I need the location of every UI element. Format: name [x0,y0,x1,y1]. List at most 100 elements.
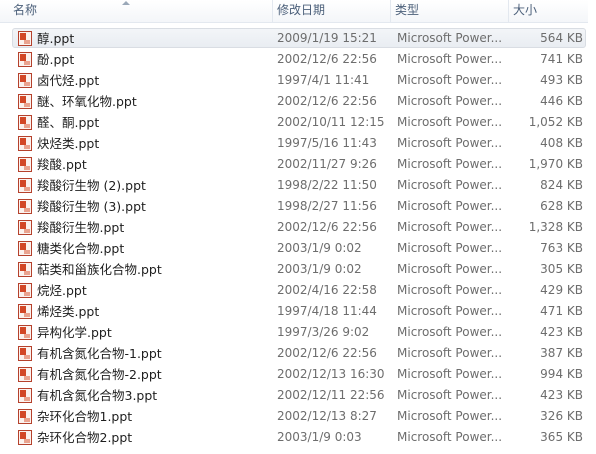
file-row[interactable]: 糖类化合物.ppt 2003/1/9 0:02 Microsoft Power...… [0,238,588,259]
powerpoint-file-icon [18,409,32,424]
file-modified-date: 1998/2/27 11:56 [277,199,377,213]
file-modified-date: 2003/1/9 0:02 [277,241,362,255]
file-name: 有机含氮化合物-2.ppt [37,367,162,382]
file-size: 824 KB [540,178,583,192]
powerpoint-file-icon [18,430,32,445]
column-header-name[interactable]: 名称 [0,0,272,22]
file-row[interactable]: 羧酸衍生物.ppt 2002/12/6 22:56 Microsoft Power.… [0,217,588,238]
file-type: Microsoft Power... [397,241,503,255]
file-name: 杂环化合物2.ppt [37,430,133,445]
file-type: Microsoft Power... [397,136,503,150]
file-row[interactable]: 异构化学.ppt 1997/3/26 9:02 Microsoft Power...… [0,322,588,343]
file-size: 1,328 KB [528,220,583,234]
column-header-type[interactable]: 类型 [390,0,508,22]
powerpoint-file-icon [18,241,32,256]
powerpoint-file-icon [18,199,32,214]
file-size: 994 KB [540,367,583,381]
powerpoint-file-icon [18,115,32,130]
file-row[interactable]: 炔烃类.ppt 1997/5/16 11:43 Microsoft Power...… [0,133,588,154]
file-modified-date: 1997/4/1 11:41 [277,73,370,87]
file-name: 醛、酮.ppt [37,115,100,130]
powerpoint-file-icon [18,94,32,109]
file-row[interactable]: 酚.ppt 2002/12/6 22:56 Microsoft Power... 74… [0,49,588,70]
file-type: Microsoft Power... [397,325,503,339]
file-row[interactable]: 醚、环氧化物.ppt 2002/12/6 22:56 Microsoft Power… [0,91,588,112]
powerpoint-file-icon [18,157,32,172]
file-size: 326 KB [540,409,583,423]
powerpoint-file-icon [18,346,32,361]
file-modified-date: 2002/12/13 16:30 [277,367,385,381]
vertical-scrollbar[interactable] [588,0,596,454]
file-modified-date: 2002/11/27 9:26 [277,157,377,171]
file-type: Microsoft Power... [397,283,503,297]
powerpoint-file-icon [18,178,32,193]
file-name: 酚.ppt [37,52,75,67]
file-row[interactable]: 烷烃.ppt 2002/4/16 22:58 Microsoft Power... 4… [0,280,588,301]
file-modified-date: 2002/12/13 8:27 [277,409,377,423]
file-modified-date: 2009/1/19 15:21 [277,31,377,45]
file-name: 萜类和甾族化合物.ppt [37,262,162,277]
file-row[interactable]: 杂环化合物2.ppt 2003/1/9 0:03 Microsoft Power..… [0,427,588,448]
file-size: 628 KB [540,199,583,213]
file-row[interactable]: 萜类和甾族化合物.ppt 2003/1/9 0:02 Microsoft Power… [0,259,588,280]
file-modified-date: 1997/4/18 11:44 [277,304,377,318]
file-row[interactable]: 羧酸衍生物 (3).ppt 1998/2/27 11:56 Microsoft Po… [0,196,588,217]
file-modified-date: 2002/10/11 12:15 [277,115,385,129]
file-modified-date: 2002/12/6 22:56 [277,52,377,66]
file-size: 741 KB [540,52,583,66]
file-row[interactable]: 杂环化合物1.ppt 2002/12/13 8:27 Microsoft Power… [0,406,588,427]
column-header-size-label: 大小 [513,3,538,17]
file-size: 305 KB [540,262,583,276]
file-name: 羧酸衍生物 (3).ppt [37,199,146,214]
file-name: 羧酸衍生物.ppt [37,220,125,235]
powerpoint-file-icon [18,220,32,235]
file-size: 471 KB [540,304,583,318]
file-size: 429 KB [540,283,583,297]
file-size: 408 KB [540,136,583,150]
column-header-size[interactable]: 大小 [508,0,588,22]
file-rows: 醇.ppt 2009/1/19 15:21 Microsoft Power... 56… [0,28,588,448]
file-type: Microsoft Power... [397,178,503,192]
file-name: 糖类化合物.ppt [37,241,125,256]
file-row[interactable]: 醛、酮.ppt 2002/10/11 12:15 Microsoft Power..… [0,112,588,133]
file-name: 羧酸衍生物 (2).ppt [37,178,146,193]
column-header-date[interactable]: 修改日期 [272,0,390,22]
file-row[interactable]: 羧酸衍生物 (2).ppt 1998/2/22 11:50 Microsoft Po… [0,175,588,196]
file-name: 炔烃类.ppt [37,136,100,151]
file-name: 异构化学.ppt [37,325,112,340]
file-name: 有机含氮化合物3.ppt [37,388,158,403]
file-type: Microsoft Power... [397,304,503,318]
file-modified-date: 1997/3/26 9:02 [277,325,370,339]
file-row[interactable]: 卤代烃.ppt 1997/4/1 11:41 Microsoft Power... 4… [0,70,588,91]
file-size: 564 KB [540,31,583,45]
file-modified-date: 2003/1/9 0:03 [277,430,362,444]
file-size: 365 KB [540,430,583,444]
file-size: 493 KB [540,73,583,87]
file-size: 423 KB [540,388,583,402]
file-row[interactable]: 有机含氮化合物-2.ppt 2002/12/13 16:30 Microsoft P… [0,364,588,385]
file-name: 烯烃类.ppt [37,304,100,319]
file-size: 1,052 KB [528,115,583,129]
file-name: 卤代烃.ppt [37,73,100,88]
file-row[interactable]: 有机含氮化合物3.ppt 2002/12/11 22:56 Microsoft Po… [0,385,588,406]
powerpoint-file-icon [18,136,32,151]
file-row[interactable]: 有机含氮化合物-1.ppt 2002/12/6 22:56 Microsoft Po… [0,343,588,364]
file-size: 446 KB [540,94,583,108]
file-modified-date: 2003/1/9 0:02 [277,262,362,276]
powerpoint-file-icon [18,283,32,298]
file-type: Microsoft Power... [397,262,503,276]
column-header-name-label: 名称 [13,3,38,17]
file-modified-date: 2002/12/6 22:56 [277,346,377,360]
file-list-view: 名称 修改日期 类型 大小 醇.ppt 2009/1/19 15:21 Micros… [0,0,596,454]
file-size: 423 KB [540,325,583,339]
file-row[interactable]: 醇.ppt 2009/1/19 15:21 Microsoft Power... 56… [0,28,588,49]
file-row[interactable]: 羧酸.ppt 2002/11/27 9:26 Microsoft Power... 1… [0,154,588,175]
file-type: Microsoft Power... [397,430,503,444]
powerpoint-file-icon [18,367,32,382]
file-modified-date: 1997/5/16 11:43 [277,136,377,150]
file-modified-date: 2002/12/11 22:56 [277,388,385,402]
sort-ascending-icon [122,1,130,5]
file-name: 醇.ppt [37,31,75,46]
file-row[interactable]: 烯烃类.ppt 1997/4/18 11:44 Microsoft Power...… [0,301,588,322]
powerpoint-file-icon [18,325,32,340]
